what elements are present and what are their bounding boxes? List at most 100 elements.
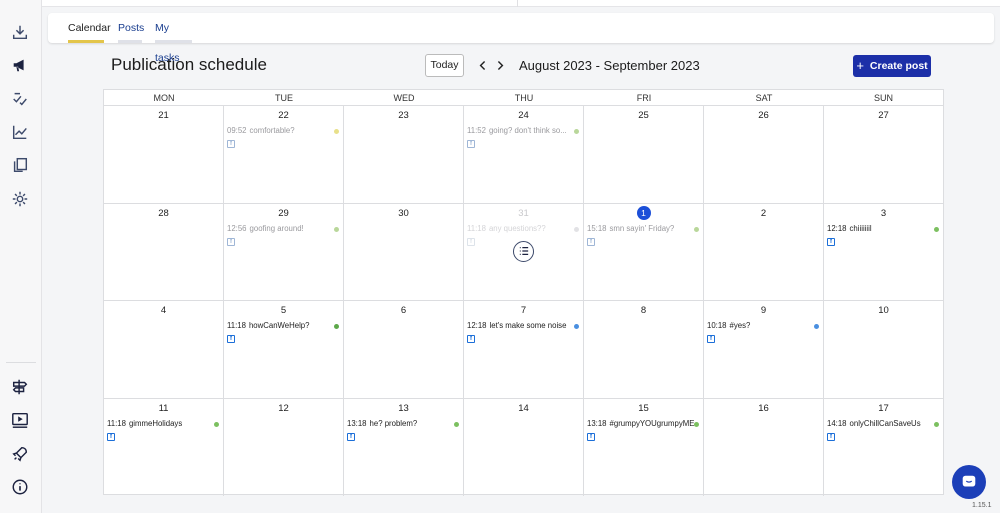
facebook-icon: f bbox=[587, 237, 595, 246]
calendar-day-cell[interactable]: 25 bbox=[584, 106, 704, 204]
checklist-icon[interactable] bbox=[10, 89, 30, 109]
download-icon[interactable] bbox=[10, 22, 30, 42]
calendar-day-cell[interactable]: 23 bbox=[344, 106, 464, 204]
chat-icon bbox=[962, 475, 976, 487]
plus-icon: + bbox=[856, 58, 864, 73]
chat-button[interactable] bbox=[952, 465, 986, 499]
day-number: 4 bbox=[160, 305, 167, 316]
calendar-day-cell[interactable]: 4 bbox=[104, 301, 224, 399]
post-time: 09:52 bbox=[227, 126, 247, 135]
weekday-wed: WED bbox=[393, 93, 415, 103]
scheduled-post[interactable]: 11:18 gimmeHolidays bbox=[107, 418, 219, 430]
tab-calendar-underline bbox=[68, 40, 104, 43]
post-status-dot bbox=[694, 226, 699, 232]
scheduled-post[interactable]: 11:52 going? don't think so... bbox=[467, 125, 579, 137]
calendar-day-cell[interactable]: 8 bbox=[584, 301, 704, 399]
tab-posts[interactable]: Posts bbox=[118, 13, 144, 43]
day-number: 9 bbox=[760, 305, 767, 316]
post-status-dot bbox=[454, 421, 459, 427]
day-number: 27 bbox=[878, 110, 889, 121]
scheduled-post[interactable]: 13:18 he? problem? bbox=[347, 418, 459, 430]
tab-calendar[interactable]: Calendar bbox=[68, 13, 111, 43]
copy-icon[interactable] bbox=[10, 155, 30, 175]
rocket-icon[interactable] bbox=[10, 444, 30, 464]
create-post-button[interactable]: + Create post bbox=[853, 55, 931, 77]
scheduled-post[interactable]: 09:52 comfortable? bbox=[227, 125, 339, 137]
day-number: 31 bbox=[518, 207, 529, 219]
calendar-day-cell[interactable]: 22 09:52 comfortable? f bbox=[224, 106, 344, 204]
post-title: #grumpyYOUgrumpyME bbox=[609, 418, 695, 428]
calendar-day-cell[interactable]: 12 bbox=[224, 398, 344, 496]
post-title: let's make some noise bbox=[489, 321, 567, 330]
calendar-day-cell[interactable]: 10 bbox=[824, 301, 943, 399]
calendar-day-cell[interactable]: 14 bbox=[464, 398, 584, 496]
post-title: goofing around! bbox=[249, 223, 304, 233]
calendar-day-cell[interactable]: 5 11:18 howCanWeHelp? f bbox=[224, 301, 344, 399]
post-title: any questions?? bbox=[488, 223, 546, 233]
day-number: 21 bbox=[158, 110, 169, 121]
calendar-day-cell[interactable]: 7 12:18 let's make some noise f bbox=[464, 301, 584, 399]
list-icon bbox=[519, 247, 528, 255]
sidebar-divider bbox=[6, 362, 36, 363]
weekday-fri: FRI bbox=[636, 93, 652, 103]
calendar-day-cell[interactable]: 31 11:18 any questions?? f bbox=[464, 203, 584, 301]
calendar-day-cell[interactable]: 13 13:18 he? problem? f bbox=[344, 398, 464, 496]
chevron-left-icon bbox=[479, 60, 486, 70]
scheduled-post[interactable]: 10:18 #yes? bbox=[707, 320, 819, 332]
post-title: gimmeHolidays bbox=[128, 418, 183, 428]
create-post-label: Create post bbox=[869, 60, 928, 72]
megaphone-icon[interactable] bbox=[10, 55, 30, 75]
today-day-number: 1 bbox=[584, 205, 703, 220]
calendar-day-cell[interactable]: 3 12:18 chiiiiiiil f bbox=[824, 204, 943, 301]
post-time: 11:52 bbox=[467, 126, 486, 135]
post-status-dot bbox=[574, 324, 579, 329]
day-list-button[interactable] bbox=[513, 240, 534, 262]
weekday-header: MON TUE WED THU FRI SAT SUN bbox=[104, 90, 943, 106]
day-number: 17 bbox=[878, 402, 889, 414]
calendar-day-cell[interactable]: 27 bbox=[824, 106, 943, 204]
analytics-icon[interactable] bbox=[10, 122, 30, 142]
day-number: 7 bbox=[520, 305, 527, 316]
scheduled-post[interactable]: 12:56 goofing around! bbox=[227, 223, 339, 235]
scheduled-post[interactable]: 15:18 smn sayin' Friday? bbox=[587, 223, 699, 235]
scheduled-post[interactable]: 12:18 let's make some noise bbox=[467, 320, 579, 332]
calendar-day-cell[interactable]: 16 bbox=[704, 398, 824, 496]
calendar-day-cell[interactable]: 6 bbox=[344, 301, 464, 399]
signpost-icon[interactable] bbox=[10, 377, 30, 397]
previous-button[interactable] bbox=[476, 57, 490, 73]
next-button[interactable] bbox=[493, 57, 507, 73]
settings-icon[interactable] bbox=[10, 189, 30, 209]
day-number: 24 bbox=[518, 110, 529, 121]
calendar-day-cell[interactable]: 2 bbox=[704, 203, 824, 301]
day-number: 12 bbox=[278, 402, 289, 414]
calendar-day-cell[interactable]: 9 10:18 #yes? f bbox=[704, 301, 824, 399]
scheduled-post[interactable]: 11:18 any questions?? bbox=[467, 223, 579, 235]
scheduled-post[interactable]: 13:18 #grumpyYOUgrumpyME bbox=[587, 418, 699, 430]
calendar-day-cell[interactable]: 30 bbox=[344, 203, 464, 301]
calendar-day-cell[interactable]: 17 14:18 onlyChillCanSaveUs f bbox=[824, 399, 943, 497]
sidebar bbox=[0, 0, 42, 513]
scheduled-post[interactable]: 11:18 howCanWeHelp? bbox=[227, 320, 339, 332]
calendar-day-cell[interactable]: 1 15:18 smn sayin' Friday? f bbox=[584, 203, 704, 301]
post-time: 12:56 bbox=[227, 223, 247, 233]
calendar-day-cell[interactable]: 26 bbox=[704, 106, 824, 204]
post-status-dot bbox=[814, 324, 819, 329]
calendar-day-cell[interactable]: 21 bbox=[104, 106, 224, 204]
scheduled-post[interactable]: 12:18 chiiiiiiil bbox=[827, 223, 939, 235]
tab-my-tasks[interactable]: My tasks bbox=[155, 13, 192, 64]
day-number: 25 bbox=[638, 110, 649, 121]
calendar-day-cell[interactable]: 24 11:52 going? don't think so... f bbox=[464, 106, 584, 204]
video-tutorial-icon[interactable] bbox=[10, 410, 30, 430]
post-title: #yes? bbox=[729, 321, 751, 330]
top-strip bbox=[42, 0, 1000, 7]
calendar-day-cell[interactable]: 11 11:18 gimmeHolidays f bbox=[104, 398, 224, 496]
calendar-day-cell[interactable]: 15 13:18 #grumpyYOUgrumpyME f bbox=[584, 398, 704, 496]
scheduled-post[interactable]: 14:18 onlyChillCanSaveUs bbox=[827, 418, 939, 430]
calendar-day-cell[interactable]: 29 12:56 goofing around! f bbox=[224, 203, 344, 301]
info-icon[interactable] bbox=[10, 477, 30, 497]
calendar-day-cell[interactable]: 28 bbox=[104, 203, 224, 301]
today-button[interactable]: Today bbox=[425, 54, 464, 77]
facebook-icon: f bbox=[707, 335, 715, 343]
post-time: 11:18 bbox=[467, 223, 486, 233]
facebook-icon: f bbox=[467, 335, 475, 343]
